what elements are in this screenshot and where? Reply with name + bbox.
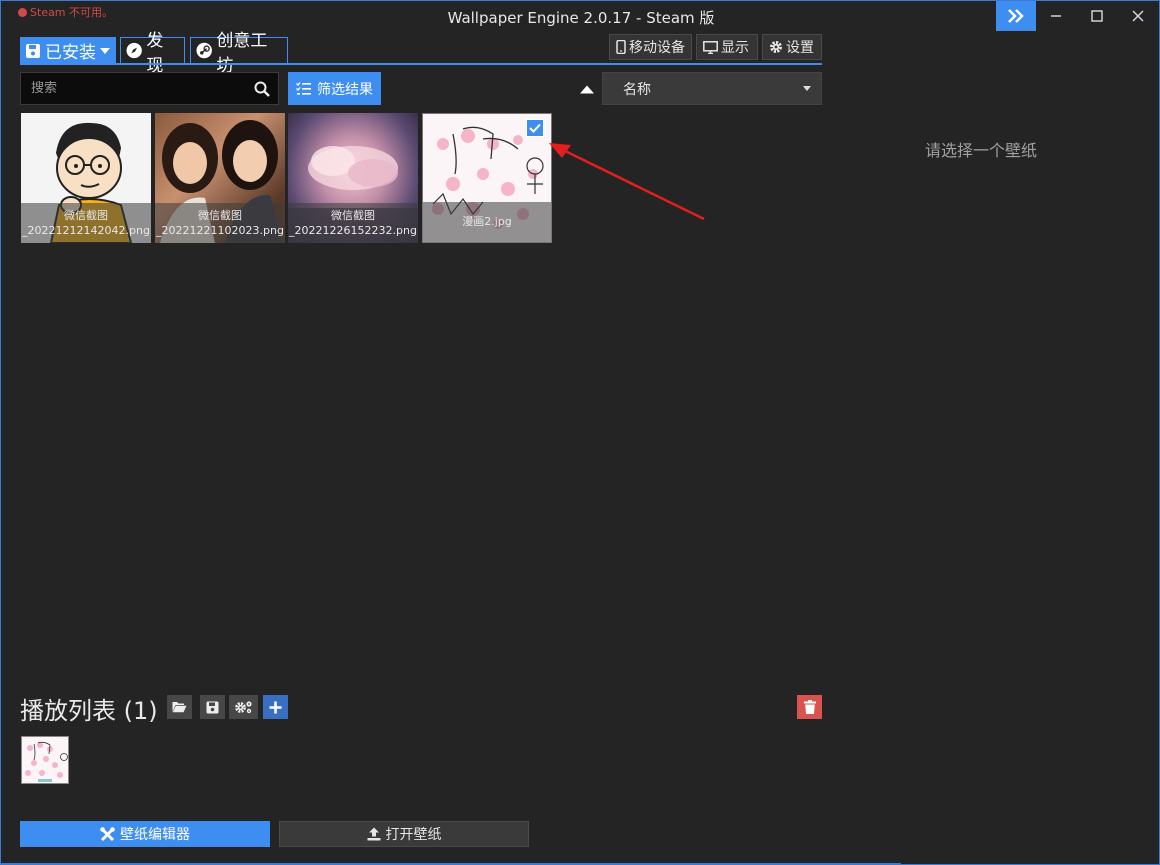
tools-icon: [100, 826, 115, 841]
wallpaper-caption: 漫画2.jpg: [423, 202, 551, 242]
wallpaper-caption-line1: 微信截图: [64, 209, 108, 222]
maximize-icon: [1091, 10, 1103, 22]
playlist-settings-button[interactable]: [229, 695, 258, 719]
tab-discover-label: 发现: [146, 30, 164, 76]
open-wallpaper-label: 打开壁纸: [385, 827, 442, 843]
filter-results-button[interactable]: 筛选结果: [288, 72, 381, 105]
search-box[interactable]: [20, 72, 279, 105]
trash-icon: [803, 700, 816, 714]
display-button[interactable]: 显示: [696, 34, 758, 60]
playlist-title: 播放列表 (1): [20, 697, 158, 725]
sort-direction-toggle[interactable]: [578, 81, 596, 97]
close-button[interactable]: [1118, 1, 1158, 31]
tab-workshop[interactable]: 创意工坊: [190, 31, 288, 76]
display-label: 显示: [721, 40, 749, 56]
wallpaper-thumbnail[interactable]: 微信截图 _20221212142042.png: [21, 113, 151, 243]
wallpaper-caption: 微信截图 _20221221102023.png: [155, 203, 285, 243]
save-icon: [26, 43, 40, 58]
expand-icon: [1008, 9, 1024, 23]
settings-button[interactable]: 设置: [762, 34, 822, 60]
minimize-icon: [1051, 15, 1061, 17]
maximize-button[interactable]: [1077, 1, 1117, 31]
wallpaper-thumbnail[interactable]: 微信截图 _20221226152232.png: [288, 113, 418, 243]
settings-label: 设置: [786, 40, 814, 56]
gears-icon: [235, 701, 252, 714]
expand-panel-button[interactable]: [996, 1, 1036, 31]
open-wallpaper-button[interactable]: 打开壁纸: [279, 821, 529, 847]
mobile-devices-label: 移动设备: [629, 40, 685, 56]
minimize-button[interactable]: [1036, 1, 1076, 31]
gear-icon: [770, 41, 782, 53]
compass-icon: [126, 42, 142, 59]
tab-discover[interactable]: 发现: [120, 31, 185, 76]
plus-icon: [269, 701, 282, 713]
wallpaper-thumbnail[interactable]: 微信截图 _20221221102023.png: [155, 113, 285, 243]
tab-workshop-label: 创意工坊: [216, 30, 268, 76]
wallpaper-editor-button[interactable]: 壁纸编辑器: [20, 821, 270, 847]
phone-icon: [616, 40, 626, 54]
playlist-add-button[interactable]: [263, 695, 288, 719]
wallpaper-editor-label: 壁纸编辑器: [120, 827, 190, 843]
tab-installed[interactable]: 已安装: [20, 37, 116, 64]
monitor-icon: [703, 40, 718, 54]
chevron-down-icon: [803, 86, 811, 91]
wallpaper-caption-line2: _20221212142042.png: [22, 224, 150, 237]
save-icon: [206, 701, 219, 713]
playlist-save-button[interactable]: [200, 695, 225, 719]
tab-installed-label: 已安装: [45, 43, 96, 63]
mobile-devices-button[interactable]: 移动设备: [609, 34, 692, 60]
sort-selected-value: 名称: [623, 81, 651, 98]
sort-ascending-icon: [580, 85, 594, 93]
wallpaper-caption-line2: _20221221102023.png: [156, 224, 284, 237]
checkmark-icon: [529, 123, 541, 133]
wallpaper-caption-line1: 微信截图: [331, 209, 375, 222]
folder-open-icon: [172, 702, 187, 713]
steam-logo-icon: [196, 42, 212, 59]
tabs-underline: [20, 63, 822, 65]
chevron-down-icon: [100, 47, 110, 54]
playlist-item-thumbnail[interactable]: [21, 736, 69, 784]
wallpaper-caption-line2: 漫画2.jpg: [462, 215, 512, 228]
sketch-blossom-image: [25, 741, 68, 782]
wallpaper-caption-line1: 微信截图: [198, 209, 242, 222]
sort-select[interactable]: 名称: [602, 72, 822, 105]
close-icon: [1132, 10, 1144, 22]
search-input[interactable]: [31, 81, 241, 96]
no-wallpaper-selected-text: 请选择一个壁纸: [924, 141, 1037, 160]
filter-results-label: 筛选结果: [317, 81, 373, 98]
selected-checkbox[interactable]: [526, 119, 544, 137]
filter-list-icon: [296, 82, 311, 95]
playlist-delete-button[interactable]: [797, 695, 822, 719]
wallpaper-caption: 微信截图 _20221226152232.png: [288, 203, 418, 243]
playlist-open-button[interactable]: [167, 695, 192, 719]
wallpaper-caption-line2: _20221226152232.png: [289, 224, 417, 237]
annotation-arrow: [549, 143, 705, 221]
wallpaper-caption: 微信截图 _20221212142042.png: [21, 203, 151, 243]
upload-icon: [367, 827, 380, 841]
search-icon[interactable]: [254, 81, 270, 97]
